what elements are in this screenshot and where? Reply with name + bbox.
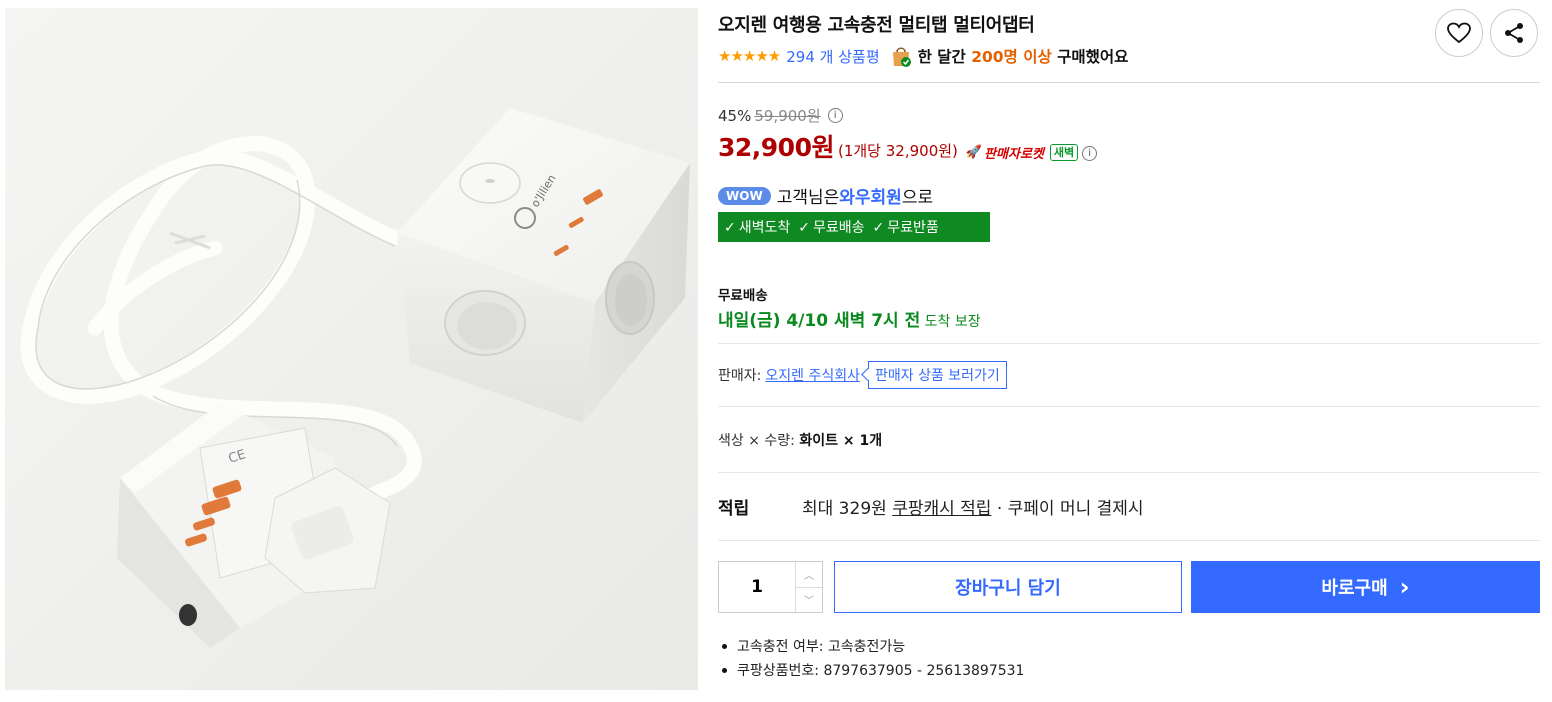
check-icon: ✓ <box>798 220 810 236</box>
chevron-up-icon[interactable]: ︿ <box>796 562 822 588</box>
buyers-count: 200명 이상 <box>971 48 1052 66</box>
benefit-label: 무료반품 <box>887 220 939 236</box>
unit-price: (1개당 32,900원) <box>837 142 958 160</box>
rocket-icon: 🚀 <box>965 145 983 160</box>
quantity-input[interactable] <box>719 562 795 612</box>
spec-item: 쿠팡상품번호: 8797637905 - 25613897531 <box>718 658 1024 682</box>
divider <box>718 540 1540 541</box>
divider <box>718 82 1540 83</box>
quantity-arrows: ︿ ﹀ <box>795 562 822 612</box>
points-text: 최대 329원 쿠팡캐시 적립 · 쿠페이 머니 결제시 <box>802 494 1144 519</box>
chevron-right-icon: › <box>1399 573 1410 601</box>
spec-list: 고속충전 여부: 고속충전가능 쿠팡상품번호: 8797637905 - 256… <box>718 634 1024 682</box>
dawn-delivery-badge: 새벽 <box>1049 144 1079 161</box>
delivery-guarantee: 도착 보장 <box>920 314 981 330</box>
delivery-date: 내일(금) 4/10 새벽 7시 전 도착 보장 <box>718 306 981 331</box>
check-icon: ✓ <box>724 220 736 236</box>
share-icon <box>1505 23 1523 43</box>
product-image: o'Jilien CE <box>5 8 698 690</box>
wow-member-row: WOW 고객님은 와우회원 으로 <box>718 183 933 208</box>
points-suffix: · 쿠페이 머니 결제시 <box>991 499 1144 519</box>
wow-member-text: 와우회원 <box>839 188 902 208</box>
seller-rocket-badge: 🚀 판매자로켓 <box>966 143 1044 162</box>
spec-item: 고속충전 여부: 고속충전가능 <box>718 634 1024 658</box>
wow-badge: WOW <box>718 186 771 205</box>
seller-name-link[interactable]: 오지렌 주식회사 <box>765 365 860 385</box>
shopping-bag-icon <box>892 47 911 67</box>
add-to-cart-button[interactable]: 장바구니 담기 <box>834 561 1182 613</box>
review-count-link[interactable]: 294 개 상품평 <box>786 46 879 67</box>
buyers-prefix: 한 달간 <box>917 48 972 66</box>
price-row: 32,900원 (1개당 32,900원) 🚀 판매자로켓 새벽 i <box>718 128 1098 164</box>
original-price: 59,900원 <box>754 107 821 125</box>
product-info-panel: 오지렌 여행용 고속충전 멀티탭 멀티어댑터 ★★★★★ 294 개 상품평 한… <box>718 0 1540 702</box>
rating-row: ★★★★★ 294 개 상품평 한 달간 200명 이상 구매했어요 <box>718 44 1128 68</box>
info-icon[interactable]: i <box>1082 146 1098 161</box>
wow-suffix: 으로 <box>901 188 934 208</box>
seller-label: 판매자: <box>718 368 762 384</box>
points-prefix: 최대 329원 <box>802 499 893 519</box>
coupang-cash-link[interactable]: 쿠팡캐시 적립 <box>892 499 991 519</box>
heart-icon <box>1447 22 1471 44</box>
check-icon: ✓ <box>872 220 885 236</box>
benefit-label: 무료배송 <box>813 220 865 236</box>
delivery-date-text: 내일(금) 4/10 새벽 7시 전 <box>718 311 921 331</box>
rocket-label: 판매자로켓 <box>984 147 1044 162</box>
chevron-down-icon[interactable]: ﹀ <box>796 588 822 613</box>
sale-price: 32,900원 <box>718 133 834 162</box>
buy-now-button[interactable]: 바로구매 › <box>1191 561 1540 613</box>
star-rating: ★★★★★ <box>718 47 781 65</box>
benefit-bar: ✓ 새벽도착 ✓ 무료배송 ✓ 무료반품 <box>718 212 990 242</box>
buy-now-label: 바로구매 <box>1321 578 1388 599</box>
share-button[interactable] <box>1490 9 1538 57</box>
benefit-label: 새벽도착 <box>738 220 791 236</box>
benefit-item: ✓ 새벽도착 <box>724 217 790 237</box>
divider <box>718 472 1540 473</box>
option-value: 화이트 × 1개 <box>799 433 883 449</box>
points-label: 적립 <box>718 499 750 519</box>
option-label: 색상 × 수량: <box>718 433 800 449</box>
wishlist-button[interactable] <box>1435 9 1483 57</box>
option-summary: 색상 × 수량: 화이트 × 1개 <box>718 430 882 450</box>
divider <box>718 343 1540 344</box>
points-row: 적립 최대 329원 쿠팡캐시 적립 · 쿠페이 머니 결제시 <box>718 494 1144 519</box>
benefit-item: ✓ 무료배송 <box>798 217 864 237</box>
benefit-item: ✓ 무료반품 <box>873 217 939 237</box>
buyers-suffix: 구매했어요 <box>1051 48 1129 66</box>
wow-prefix: 고객님은 <box>776 188 840 208</box>
discount-row: 45% 59,900원 i <box>718 105 843 126</box>
seller-products-button[interactable]: 판매자 상품 보러가기 <box>867 361 1007 389</box>
monthly-buyers-text: 한 달간 200명 이상 구매했어요 <box>918 45 1129 67</box>
info-icon[interactable]: i <box>827 108 843 123</box>
divider <box>718 406 1540 407</box>
quantity-stepper: ︿ ﹀ <box>718 561 823 613</box>
shipping-label: 무료배송 <box>718 288 768 304</box>
product-title: 오지렌 여행용 고속충전 멀티탭 멀티어댑터 <box>718 15 1035 36</box>
seller-row: 판매자: 오지렌 주식회사 판매자 상품 보러가기 <box>718 361 1007 389</box>
discount-rate: 45% <box>718 106 752 125</box>
